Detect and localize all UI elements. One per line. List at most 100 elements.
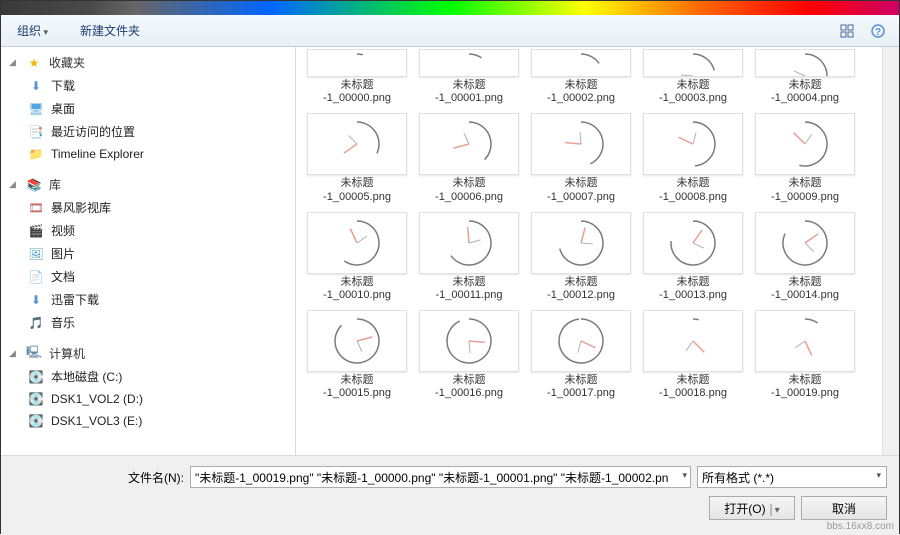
thumbnail-caption: 未标题-1_00016.png	[435, 374, 503, 400]
new-folder-button[interactable]: 新建文件夹	[74, 18, 146, 43]
vertical-scrollbar[interactable]	[882, 47, 899, 455]
tree-header-computer[interactable]: ◢🖳 计算机	[1, 342, 295, 365]
help-icon[interactable]: ?	[867, 21, 889, 41]
file-thumbnail[interactable]: 未标题-1_00017.png	[526, 308, 636, 402]
thumbnail-caption: 未标题-1_00017.png	[547, 374, 615, 400]
thumbnail-caption: 未标题-1_00001.png	[435, 79, 503, 105]
tree-item-label: Timeline Explorer	[51, 147, 144, 161]
thumbnail-image	[419, 310, 519, 372]
file-thumbnail[interactable]: 未标题-1_00004.png	[750, 47, 860, 107]
tree-item-libraries-5[interactable]: 🎵 音乐	[1, 311, 295, 334]
music-icon: 🎵	[27, 315, 45, 331]
thumbnail-caption: 未标题-1_00014.png	[771, 276, 839, 302]
document-icon: 📄	[27, 269, 45, 285]
file-thumbnail[interactable]: 未标题-1_00012.png	[526, 210, 636, 304]
watermark-text: bbs.16xx8.com	[827, 521, 894, 532]
thumbnail-caption: 未标题-1_00009.png	[771, 177, 839, 203]
bottom-panel: 文件名(N): 打开(O) 取消	[1, 455, 899, 535]
tree-header-libraries[interactable]: ◢📚 库	[1, 173, 295, 196]
disk-icon: 💽	[27, 391, 45, 407]
library-icon: 📚	[25, 177, 43, 193]
tree-item-label: 下载	[51, 77, 75, 94]
organize-menu[interactable]: 组织	[11, 18, 54, 43]
filetype-filter[interactable]	[697, 466, 887, 488]
star-icon: ★	[25, 55, 43, 71]
thumbnail-caption: 未标题-1_00003.png	[659, 79, 727, 105]
file-thumbnail[interactable]: 未标题-1_00015.png	[302, 308, 412, 402]
view-icon[interactable]	[837, 21, 859, 41]
file-thumbnail[interactable]: 未标题-1_00001.png	[414, 47, 524, 107]
file-thumbnail[interactable]: 未标题-1_00002.png	[526, 47, 636, 107]
tree-item-libraries-2[interactable]: 🖼 图片	[1, 242, 295, 265]
tree-item-label: DSK1_VOL2 (D:)	[51, 392, 143, 406]
file-thumbnail[interactable]: 未标题-1_00019.png	[750, 308, 860, 402]
thumbnail-image	[531, 212, 631, 274]
thumbnail-caption: 未标题-1_00008.png	[659, 177, 727, 203]
file-thumbnail[interactable]: 未标题-1_00014.png	[750, 210, 860, 304]
filename-input[interactable]	[190, 466, 691, 488]
tree-item-favorites-3[interactable]: 📁 Timeline Explorer	[1, 143, 295, 165]
tree-item-libraries-4[interactable]: ⬇ 迅雷下载	[1, 288, 295, 311]
tree-item-label: 文档	[51, 268, 75, 285]
file-thumbnail[interactable]: 未标题-1_00018.png	[638, 308, 748, 402]
thumbnail-image	[755, 310, 855, 372]
file-grid: 未标题-1_00000.png 未标题-1_00001.png 未标题-1_00…	[296, 47, 882, 455]
svg-text:?: ?	[875, 27, 881, 38]
tree-item-favorites-0[interactable]: ⬇ 下载	[1, 74, 295, 97]
tree-item-label: 最近访问的位置	[51, 123, 135, 140]
thumbnail-caption: 未标题-1_00006.png	[435, 177, 503, 203]
tree-header-label: 收藏夹	[49, 54, 85, 71]
thumbnail-caption: 未标题-1_00005.png	[323, 177, 391, 203]
file-thumbnail[interactable]: 未标题-1_00010.png	[302, 210, 412, 304]
thumbnail-caption: 未标题-1_00004.png	[771, 79, 839, 105]
file-thumbnail[interactable]: 未标题-1_00000.png	[302, 47, 412, 107]
tree-item-libraries-0[interactable]: 🎞 暴风影视库	[1, 196, 295, 219]
tree-header-favorites[interactable]: ◢★ 收藏夹	[1, 51, 295, 74]
file-thumbnail[interactable]: 未标题-1_00003.png	[638, 47, 748, 107]
thumbnail-image	[755, 212, 855, 274]
thumbnail-caption: 未标题-1_00018.png	[659, 374, 727, 400]
tree-item-label: 音乐	[51, 314, 75, 331]
open-button[interactable]: 打开(O)	[709, 496, 795, 520]
tree-item-libraries-1[interactable]: 🎬 视频	[1, 219, 295, 242]
thumbnail-image	[755, 113, 855, 175]
thumbnail-caption: 未标题-1_00019.png	[771, 374, 839, 400]
file-thumbnail[interactable]: 未标题-1_00007.png	[526, 111, 636, 205]
file-thumbnail[interactable]: 未标题-1_00009.png	[750, 111, 860, 205]
disk-icon: 💽	[27, 369, 45, 385]
thumbnail-caption: 未标题-1_00012.png	[547, 276, 615, 302]
tree-item-label: 迅雷下载	[51, 291, 99, 308]
thumbnail-image	[419, 212, 519, 274]
thumbnail-caption: 未标题-1_00002.png	[547, 79, 615, 105]
tree-item-computer-2[interactable]: 💽 DSK1_VOL3 (E:)	[1, 410, 295, 432]
thumbnail-image	[755, 49, 855, 77]
video-icon: 🎬	[27, 223, 45, 239]
filename-label: 文件名(N):	[128, 469, 184, 486]
thumbnail-image	[531, 49, 631, 77]
file-thumbnail[interactable]: 未标题-1_00011.png	[414, 210, 524, 304]
file-thumbnail[interactable]: 未标题-1_00016.png	[414, 308, 524, 402]
file-thumbnail[interactable]: 未标题-1_00006.png	[414, 111, 524, 205]
thumbnail-image	[307, 49, 407, 77]
thumbnail-caption: 未标题-1_00010.png	[323, 276, 391, 302]
toolbar: 组织 新建文件夹 ?	[1, 15, 899, 47]
thumbnail-image	[643, 113, 743, 175]
file-thumbnail[interactable]: 未标题-1_00013.png	[638, 210, 748, 304]
file-thumbnail[interactable]: 未标题-1_00005.png	[302, 111, 412, 205]
tree-item-favorites-2[interactable]: 📑 最近访问的位置	[1, 120, 295, 143]
tree-header-label: 库	[49, 176, 61, 193]
thumbnail-caption: 未标题-1_00015.png	[323, 374, 391, 400]
tree-header-label: 计算机	[49, 345, 85, 362]
tree-item-label: 本地磁盘 (C:)	[51, 368, 122, 385]
tree-item-favorites-1[interactable]: 🖥 桌面	[1, 97, 295, 120]
file-thumbnail[interactable]: 未标题-1_00008.png	[638, 111, 748, 205]
cancel-button[interactable]: 取消	[801, 496, 887, 520]
tree-item-computer-0[interactable]: 💽 本地磁盘 (C:)	[1, 365, 295, 388]
video-lib-icon: 🎞	[27, 200, 45, 216]
thumbnail-image	[307, 212, 407, 274]
tree-item-computer-1[interactable]: 💽 DSK1_VOL2 (D:)	[1, 388, 295, 410]
tree-item-libraries-3[interactable]: 📄 文档	[1, 265, 295, 288]
thumbnail-caption: 未标题-1_00000.png	[323, 79, 391, 105]
tree-item-label: DSK1_VOL3 (E:)	[51, 414, 142, 428]
tree-item-label: 图片	[51, 245, 75, 262]
